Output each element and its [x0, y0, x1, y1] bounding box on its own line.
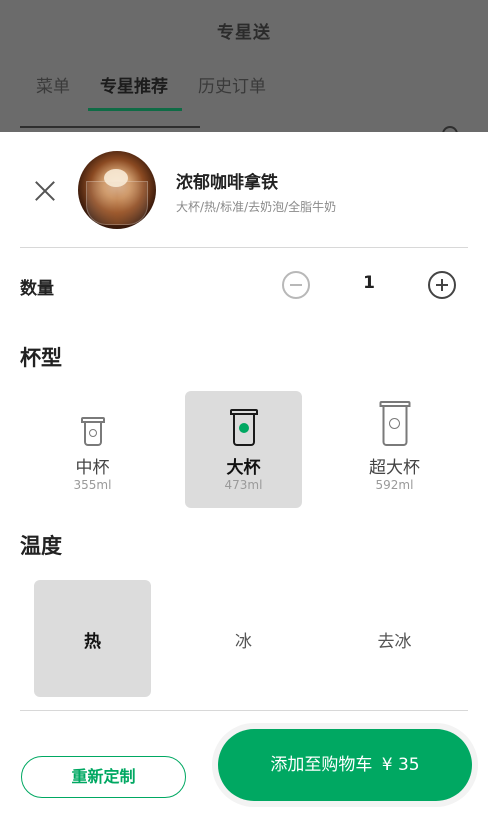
customize-sheet: 浓郁咖啡拿铁 大杯/热/标准/去奶泡/全脂牛奶 数量 1 杯型 中杯 355ml… [0, 132, 488, 840]
cup-large-icon [229, 409, 258, 446]
background-content-peek [0, 124, 488, 132]
product-image [78, 151, 156, 229]
minus-icon[interactable] [282, 271, 310, 299]
temp-label: 去冰 [377, 632, 412, 652]
temp-option-hot[interactable]: 热 [34, 580, 151, 697]
quantity-value: 1 [363, 273, 375, 293]
temp-label: 冰 [235, 632, 252, 652]
cup-medium-icon [80, 417, 105, 446]
tab-history[interactable]: 历史订单 [198, 72, 266, 111]
tab-recommend[interactable]: 专星推荐 [88, 72, 182, 111]
cup-option-medium[interactable]: 中杯 355ml [34, 391, 151, 508]
temp-option-no-ice[interactable]: 去冰 [336, 580, 453, 697]
divider [20, 710, 468, 711]
backdrop-overlay[interactable]: 专星送 菜单 专星推荐 历史订单 [0, 0, 488, 132]
temp-option-iced[interactable]: 冰 [185, 580, 302, 697]
temperature-title: 温度 [20, 534, 62, 558]
price-label: ¥ 35 [381, 755, 420, 775]
cup-size-name: 超大杯 [369, 458, 420, 478]
top-tabs: 菜单 专星推荐 历史订单 [36, 72, 266, 111]
reset-customization-button[interactable]: 重新定制 [21, 756, 186, 798]
product-name: 浓郁咖啡拿铁 [176, 173, 278, 193]
add-to-cart-label: 添加至购物车 [270, 755, 373, 775]
cup-size-name: 大杯 [226, 458, 261, 478]
cup-option-large[interactable]: 大杯 473ml [185, 391, 302, 508]
cup-size-volume: 355ml [73, 478, 112, 492]
cup-option-extra-large[interactable]: 超大杯 592ml [336, 391, 453, 508]
product-spec: 大杯/热/标准/去奶泡/全脂牛奶 [176, 200, 337, 214]
cup-size-name: 中杯 [75, 458, 110, 478]
quantity-label: 数量 [20, 279, 54, 299]
cup-size-volume: 473ml [224, 478, 263, 492]
divider [20, 247, 468, 248]
temp-label: 热 [84, 632, 101, 652]
close-icon[interactable] [30, 176, 60, 206]
add-to-cart-button[interactable]: 添加至购物车 ¥ 35 [218, 729, 472, 801]
plus-icon[interactable] [428, 271, 456, 299]
tab-menu[interactable]: 菜单 [36, 72, 70, 111]
cup-size-volume: 592ml [375, 478, 414, 492]
cup-size-title: 杯型 [20, 346, 62, 370]
page-title: 专星送 [217, 23, 271, 43]
cup-extra-large-icon [379, 401, 410, 446]
